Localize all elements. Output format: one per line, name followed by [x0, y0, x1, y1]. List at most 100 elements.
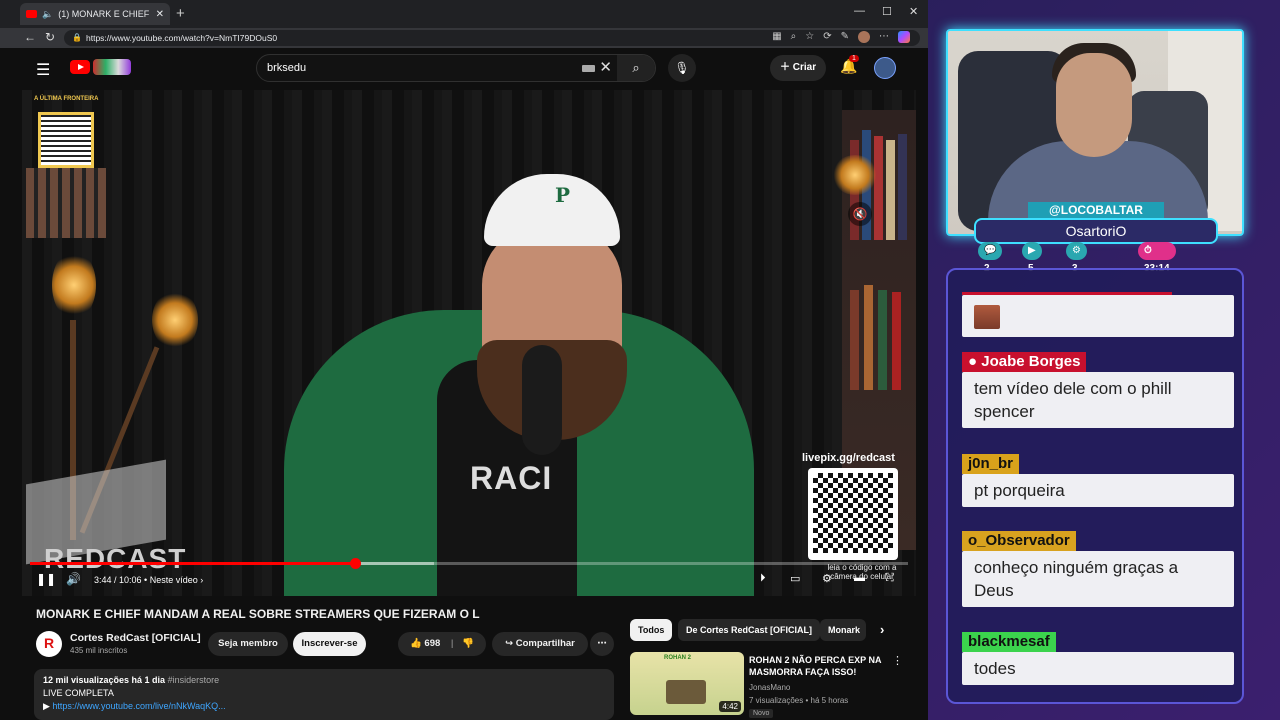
youtube-count-badge: ▶ 5	[1022, 242, 1042, 274]
chat-username: ● Joabe Borges	[962, 352, 1087, 372]
youtube-icon: ▶	[1028, 245, 1036, 256]
join-button[interactable]: Seja membro	[208, 632, 288, 656]
browser-window: 🔈 (1) MONARK E CHIEF MANDAM ✕ + — ☐ ✕ ← …	[0, 0, 928, 720]
chat-username: blackmesaf	[962, 632, 1056, 652]
url-text: https://www.youtube.com/watch?v=NmTI79DO…	[86, 33, 278, 43]
chat-bubble-icon: 💬	[984, 245, 997, 256]
theater-mode-icon[interactable]: ▬	[854, 572, 865, 584]
browser-tab[interactable]: 🔈 (1) MONARK E CHIEF MANDAM ✕	[20, 3, 170, 25]
hashtag[interactable]: #insiderstore	[168, 675, 220, 685]
livepix-label: livepix.gg/redcast	[802, 452, 895, 464]
settings-gear-icon[interactable]: ⚙	[822, 572, 832, 585]
cap-logo: P	[555, 183, 571, 207]
keyboard-icon[interactable]	[582, 65, 595, 72]
like-count: 698	[424, 638, 441, 649]
create-label: Criar	[792, 62, 817, 73]
video-player[interactable]: P RACI A ÚLTIMA FRONTEIRA livepix.gg/red…	[22, 90, 916, 596]
steam-icon: ⚙	[1072, 245, 1081, 256]
copilot-icon[interactable]	[898, 31, 910, 43]
channel-name[interactable]: Cortes RedCast [OFICIAL]	[70, 632, 201, 644]
steam-count-badge: ⚙ 3	[1066, 242, 1087, 274]
subscriber-count: 435 mil inscritos	[70, 646, 128, 655]
shirt-text: RACI	[470, 460, 553, 496]
recommended-channel[interactable]: JonasMano	[749, 683, 790, 692]
youtube-doodle[interactable]	[93, 59, 131, 75]
zoom-icon[interactable]: ⌕	[791, 31, 797, 43]
volume-icon[interactable]: 🔊	[66, 572, 81, 586]
youtube-header: ☰ brksedu ✕ ⌕ 🎙 ＋ Criar 🔔 1	[18, 48, 928, 90]
bookmark-star-icon[interactable]: ☆	[805, 31, 814, 43]
address-bar-icons: ▦ ⌕ ☆ ⟳ ✎ ⋯	[772, 31, 910, 43]
lamp-bulb	[52, 250, 96, 320]
time-label: 3:44 / 10:06	[94, 575, 142, 585]
reload-icon[interactable]: ↻	[45, 30, 55, 44]
dislike-icon[interactable]: 👎	[462, 638, 474, 649]
profile-avatar-icon[interactable]	[858, 31, 870, 43]
channel-avatar[interactable]	[36, 631, 62, 657]
tab-close-icon[interactable]: ✕	[156, 9, 164, 20]
video-progress-bar[interactable]	[30, 558, 908, 569]
share-button[interactable]: ↪ Compartilhar	[492, 632, 588, 656]
chip-channel[interactable]: De Cortes RedCast [OFICIAL]	[678, 619, 821, 641]
chat-message-body: pt porqueira	[962, 474, 1234, 507]
apps-icon[interactable]: ▦	[772, 31, 781, 43]
recommended-thumbnail[interactable]: ROHAN 2 4:42	[630, 652, 744, 715]
qr-promo-label: A ÚLTIMA FRONTEIRA	[34, 96, 99, 102]
search-input[interactable]: brksedu ✕ ⌕	[256, 54, 656, 82]
mute-indicator-icon[interactable]: 🔇	[848, 202, 872, 226]
recommended-title[interactable]: ROHAN 2 NÃO PERCA EXP NA MASMORRA FAÇA I…	[749, 654, 889, 678]
like-dislike-group: 👍 698 | 👎	[398, 632, 486, 656]
lamp-bulb	[152, 290, 198, 350]
clear-search-icon[interactable]: ✕	[599, 55, 612, 81]
username-text: Joabe Borges	[981, 353, 1081, 370]
fullscreen-icon[interactable]: ⛶	[886, 572, 894, 585]
youtube-logo[interactable]	[70, 60, 90, 74]
search-button[interactable]: ⌕	[617, 55, 655, 81]
voice-search-mic-icon[interactable]: 🎙	[668, 54, 696, 82]
notifications-bell-icon[interactable]: 🔔 1	[840, 55, 859, 75]
tab-title: (1) MONARK E CHIEF MANDAM	[58, 9, 150, 19]
chapter-label[interactable]: Neste vídeo	[150, 575, 198, 585]
video-description[interactable]: 12 mil visualizações há 1 dia #insiderst…	[34, 669, 614, 720]
maximize-icon[interactable]: ☐	[882, 5, 892, 18]
pause-icon[interactable]: ❚❚	[36, 572, 56, 586]
description-link[interactable]: https://www.youtube.com/live/nNkWaqKQ...	[52, 701, 225, 711]
lamp-bulb	[832, 155, 878, 195]
close-window-icon[interactable]: ✕	[909, 5, 918, 18]
refresh-extension-icon[interactable]: ⟳	[823, 31, 831, 43]
extension-icon[interactable]: ✎	[841, 31, 849, 43]
chat-panel: ● Joabe Borges tem vídeo dele com o phil…	[946, 268, 1244, 704]
speaker-icon[interactable]: 🔈	[42, 9, 53, 20]
account-avatar[interactable]	[874, 57, 896, 79]
subscribe-button[interactable]: Inscrever-se	[293, 632, 366, 656]
new-tab-icon[interactable]: +	[176, 5, 185, 22]
hamburger-menu-icon[interactable]: ☰	[36, 60, 50, 80]
streamer-name: OsartoriO	[974, 218, 1218, 244]
autoplay-toggle-icon[interactable]: ⏵	[760, 572, 766, 585]
timer-badge: ⏱ 33:14	[1138, 242, 1176, 274]
chat-message-body	[962, 295, 1234, 337]
chip-monark[interactable]: Monark	[820, 619, 866, 641]
streamer-handle: @LOCOBALTAR	[1028, 202, 1164, 218]
create-button[interactable]: ＋ Criar	[770, 55, 827, 81]
share-label: Compartilhar	[515, 638, 575, 649]
chat-username: o_Observador	[962, 531, 1076, 551]
video-duration: 4:42	[719, 701, 741, 712]
like-button[interactable]: 👍 698	[410, 638, 440, 649]
subtitles-icon[interactable]: ▭	[790, 572, 800, 585]
back-icon[interactable]: ←	[24, 30, 36, 44]
promo-photo-grid	[26, 168, 106, 238]
menu-dots-icon[interactable]: ⋯	[879, 31, 889, 43]
more-actions-icon[interactable]: ⋯	[590, 632, 614, 656]
description-line: LIVE COMPLETA	[43, 688, 114, 698]
promo-qr-code	[38, 112, 94, 168]
chips-next-icon[interactable]: ›	[880, 622, 884, 637]
chat-message-body: todes	[962, 652, 1234, 685]
share-icon: ↪	[505, 638, 514, 649]
search-icon: ⌕	[632, 60, 640, 75]
recommended-more-icon[interactable]: ⋮	[892, 654, 903, 667]
search-value: brksedu	[267, 62, 307, 74]
minimize-icon[interactable]: —	[854, 5, 865, 17]
chip-all[interactable]: Todos	[630, 619, 673, 641]
streamer-nameplate: @LOCOBALTAR OsartoriO	[974, 202, 1218, 244]
